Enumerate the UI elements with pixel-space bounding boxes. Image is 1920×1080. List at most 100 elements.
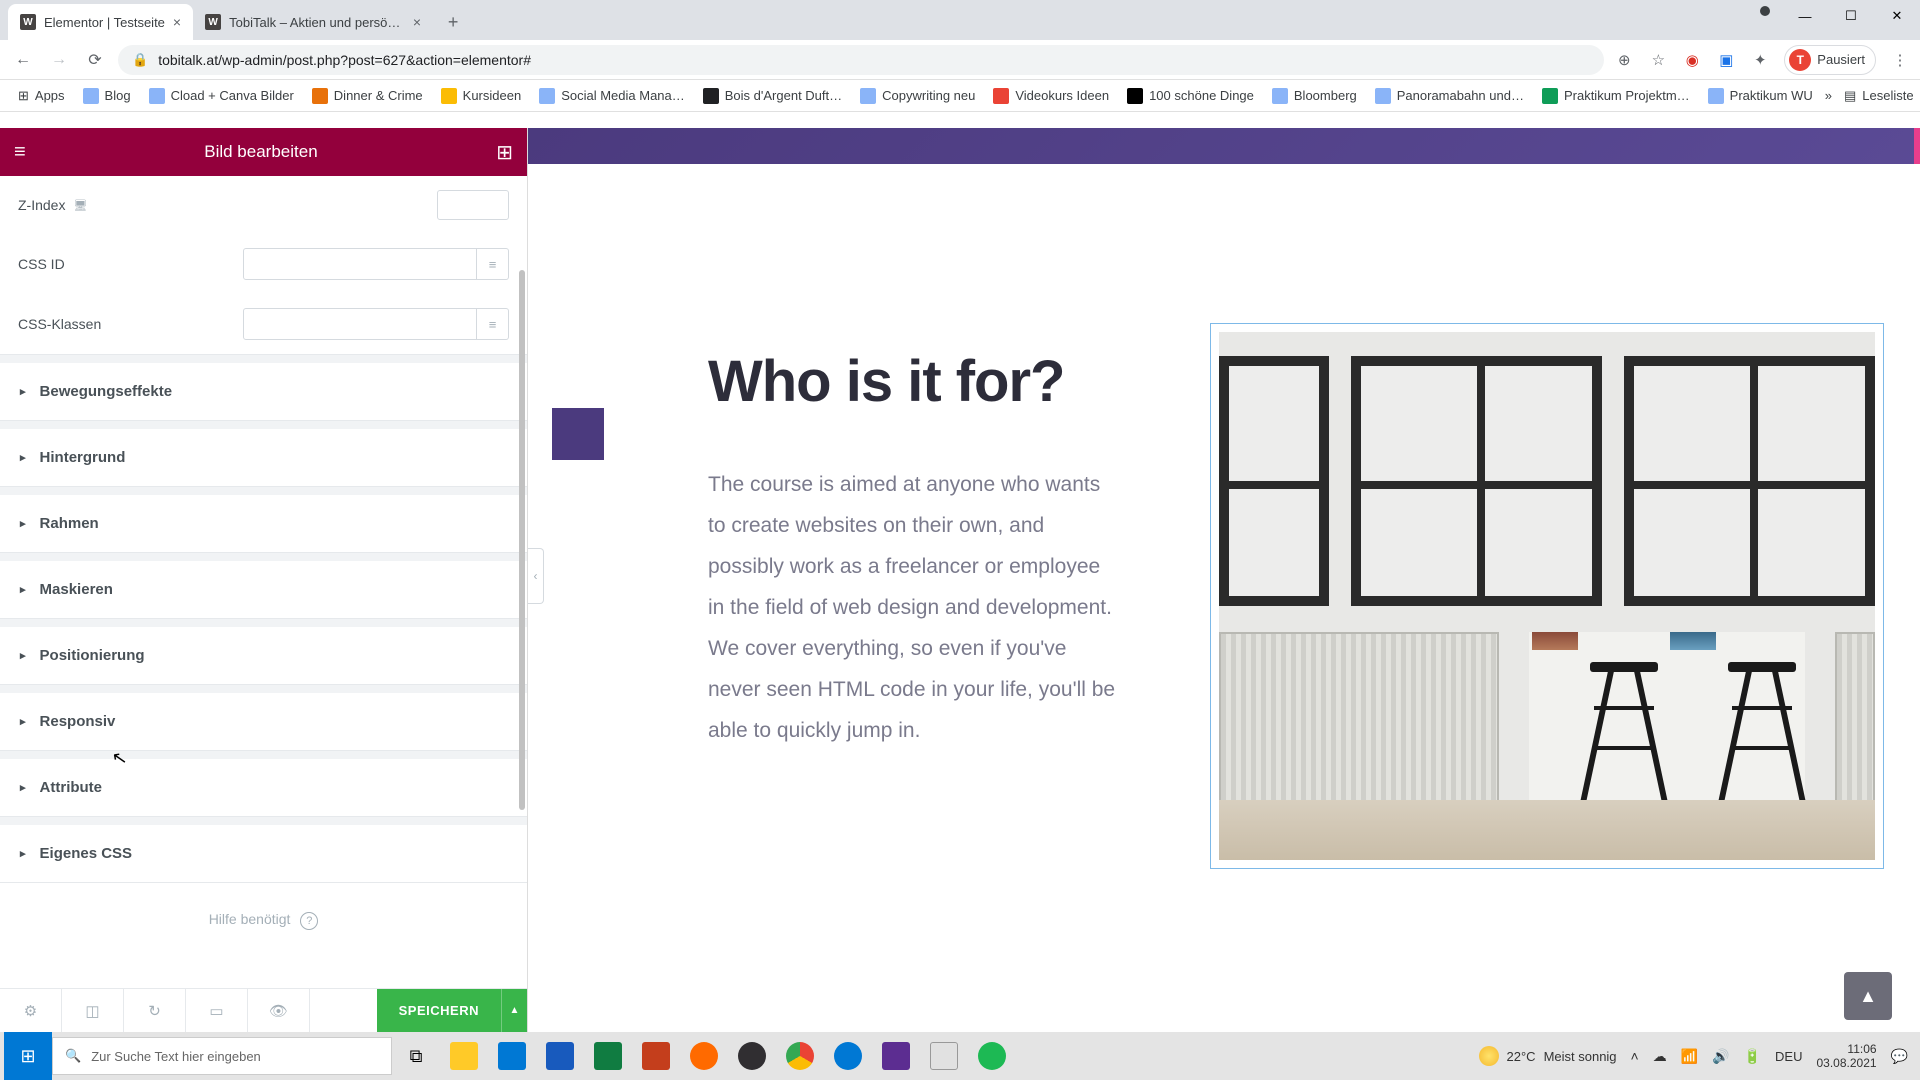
reading-list[interactable]: ▤Leseliste <box>1838 84 1920 108</box>
maximize-icon[interactable]: ☐ <box>1828 0 1874 32</box>
start-button[interactable]: ⊞ <box>4 1032 52 1080</box>
tab-search-icon[interactable] <box>1760 6 1770 16</box>
section-responsiv[interactable]: ▸Responsiv <box>0 693 527 751</box>
close-icon[interactable]: × <box>413 14 421 30</box>
cssclasses-input[interactable] <box>243 308 477 340</box>
section-maskieren[interactable]: ▸Maskieren <box>0 561 527 619</box>
minimize-icon[interactable]: — <box>1782 0 1828 32</box>
forward-icon[interactable]: → <box>46 47 72 73</box>
history-icon[interactable]: ↻ <box>124 989 186 1033</box>
extension-icon[interactable]: ◉ <box>1682 50 1702 70</box>
image-widget-selected[interactable] <box>1210 323 1884 869</box>
bookmark-item[interactable]: Dinner & Crime <box>306 84 429 108</box>
url-text: tobitalk.at/wp-admin/post.php?post=627&a… <box>158 52 531 68</box>
section-rahmen[interactable]: ▸Rahmen <box>0 495 527 553</box>
preview-area[interactable]: ‹ Who is it for? The course is aimed at … <box>528 128 1920 1032</box>
close-icon[interactable]: ✕ <box>1874 0 1920 32</box>
books-decoration <box>1670 632 1716 650</box>
grid-icon[interactable]: ⊞ <box>496 140 513 165</box>
bookmark-item[interactable]: Kursideen <box>435 84 528 108</box>
section-attribute[interactable]: ▸Attribute <box>0 759 527 817</box>
explorer-icon[interactable] <box>440 1032 488 1080</box>
edge-icon[interactable] <box>824 1032 872 1080</box>
tab-tobitalk[interactable]: W TobiTalk – Aktien und persönliche × <box>193 4 433 40</box>
scrollbar-thumb[interactable] <box>519 270 525 810</box>
extensions-icon[interactable]: ✦ <box>1750 50 1770 70</box>
new-tab-button[interactable]: + <box>439 8 467 36</box>
bookmark-item[interactable]: Blog <box>77 84 137 108</box>
zoom-icon[interactable]: ⊕ <box>1614 50 1634 70</box>
desktop-icon[interactable]: 🖥 <box>73 199 87 212</box>
spotify-icon[interactable] <box>968 1032 1016 1080</box>
bookmark-item[interactable]: 100 schöne Dinge <box>1121 84 1260 108</box>
language-indicator[interactable]: DEU <box>1775 1049 1802 1064</box>
zindex-input[interactable] <box>437 190 509 220</box>
bookmark-label: Bloomberg <box>1294 88 1357 103</box>
tab-elementor[interactable]: W Elementor | Testseite × <box>8 4 193 40</box>
bookmark-item[interactable]: Bloomberg <box>1266 84 1363 108</box>
extension-icon[interactable]: ▣ <box>1716 50 1736 70</box>
save-options-icon[interactable]: ▲ <box>501 989 527 1033</box>
powerpoint-icon[interactable] <box>632 1032 680 1080</box>
notifications-icon[interactable]: 💬 <box>1891 1048 1908 1065</box>
back-icon[interactable]: ← <box>10 47 36 73</box>
task-view-icon[interactable]: ⧉ <box>392 1032 440 1080</box>
bookmark-item[interactable]: Videokurs Ideen <box>987 84 1115 108</box>
search-box[interactable]: 🔍 Zur Suche Text hier eingeben <box>52 1037 392 1075</box>
bookmark-item[interactable]: Praktikum Projektm… <box>1536 84 1696 108</box>
battery-icon[interactable]: 🔋 <box>1744 1048 1761 1065</box>
caret-right-icon: ▸ <box>20 781 26 794</box>
bookmark-item[interactable]: Panoramabahn und… <box>1369 84 1530 108</box>
bookmark-item[interactable]: Bois d'Argent Duft… <box>697 84 848 108</box>
apps-button[interactable]: ⊞Apps <box>12 84 71 108</box>
help-link[interactable]: Hilfe benötigt ? <box>0 883 527 944</box>
collapse-sidebar-icon[interactable]: ‹ <box>528 548 544 604</box>
weather-desc: Meist sonnig <box>1544 1049 1617 1064</box>
notepad-icon[interactable] <box>920 1032 968 1080</box>
bookmark-item[interactable]: Social Media Mana… <box>533 84 691 108</box>
address-bar[interactable]: 🔒 tobitalk.at/wp-admin/post.php?post=627… <box>118 45 1604 75</box>
app-icon[interactable] <box>872 1032 920 1080</box>
section-hintergrund[interactable]: ▸Hintergrund <box>0 429 527 487</box>
star-icon[interactable]: ☆ <box>1648 50 1668 70</box>
menu-icon[interactable]: ⋮ <box>1890 50 1910 70</box>
settings-icon[interactable]: ⚙ <box>0 989 62 1033</box>
menu-icon[interactable]: ≡ <box>14 141 26 164</box>
chrome-icon[interactable] <box>776 1032 824 1080</box>
scroll-top-button[interactable]: ▲ <box>1844 972 1892 1020</box>
clock[interactable]: 11:06 03.08.2021 <box>1817 1042 1877 1071</box>
cssid-input[interactable] <box>243 248 477 280</box>
mail-icon[interactable] <box>488 1032 536 1080</box>
app-icon[interactable] <box>680 1032 728 1080</box>
responsive-icon[interactable]: ▭ <box>186 989 248 1033</box>
lock-icon: 🔒 <box>132 52 148 68</box>
save-button[interactable]: SPEICHERN <box>377 989 501 1033</box>
volume-icon[interactable]: 🔊 <box>1712 1048 1729 1065</box>
dynamic-icon[interactable]: ≡ <box>477 308 509 340</box>
bookmark-icon <box>441 88 457 104</box>
chevron-up-icon[interactable]: ˄ <box>1631 1048 1639 1064</box>
dynamic-icon[interactable]: ≡ <box>477 248 509 280</box>
reload-icon[interactable]: ⟳ <box>82 47 108 73</box>
caret-right-icon: ▸ <box>20 583 26 596</box>
profile-button[interactable]: T Pausiert <box>1784 45 1876 75</box>
bookmark-item[interactable]: Cload + Canva Bilder <box>143 84 300 108</box>
wifi-icon[interactable]: 📶 <box>1681 1048 1698 1065</box>
section-bewegungseffekte[interactable]: ▸Bewegungseffekte <box>0 363 527 421</box>
bookmarks-more[interactable]: » <box>1825 88 1832 103</box>
excel-icon[interactable] <box>584 1032 632 1080</box>
weather-widget[interactable]: 22°C Meist sonnig <box>1479 1046 1617 1066</box>
bookmark-icon <box>1127 88 1143 104</box>
bookmark-item[interactable]: Praktikum WU <box>1702 84 1819 108</box>
obs-icon[interactable] <box>728 1032 776 1080</box>
close-icon[interactable]: × <box>173 14 181 30</box>
section-eigenes-css[interactable]: ▸Eigenes CSS <box>0 825 527 883</box>
sidebar-body[interactable]: Z-Index🖥 CSS ID ≡ CSS-Klassen ≡ ▸Bewegun… <box>0 176 527 988</box>
section-handle[interactable] <box>1914 128 1920 164</box>
word-icon[interactable] <box>536 1032 584 1080</box>
section-positionierung[interactable]: ▸Positionierung <box>0 627 527 685</box>
bookmark-item[interactable]: Copywriting neu <box>854 84 981 108</box>
preview-icon[interactable]: 👁 <box>248 989 310 1033</box>
onedrive-icon[interactable]: ☁ <box>1653 1048 1667 1065</box>
navigator-icon[interactable]: ◫ <box>62 989 124 1033</box>
